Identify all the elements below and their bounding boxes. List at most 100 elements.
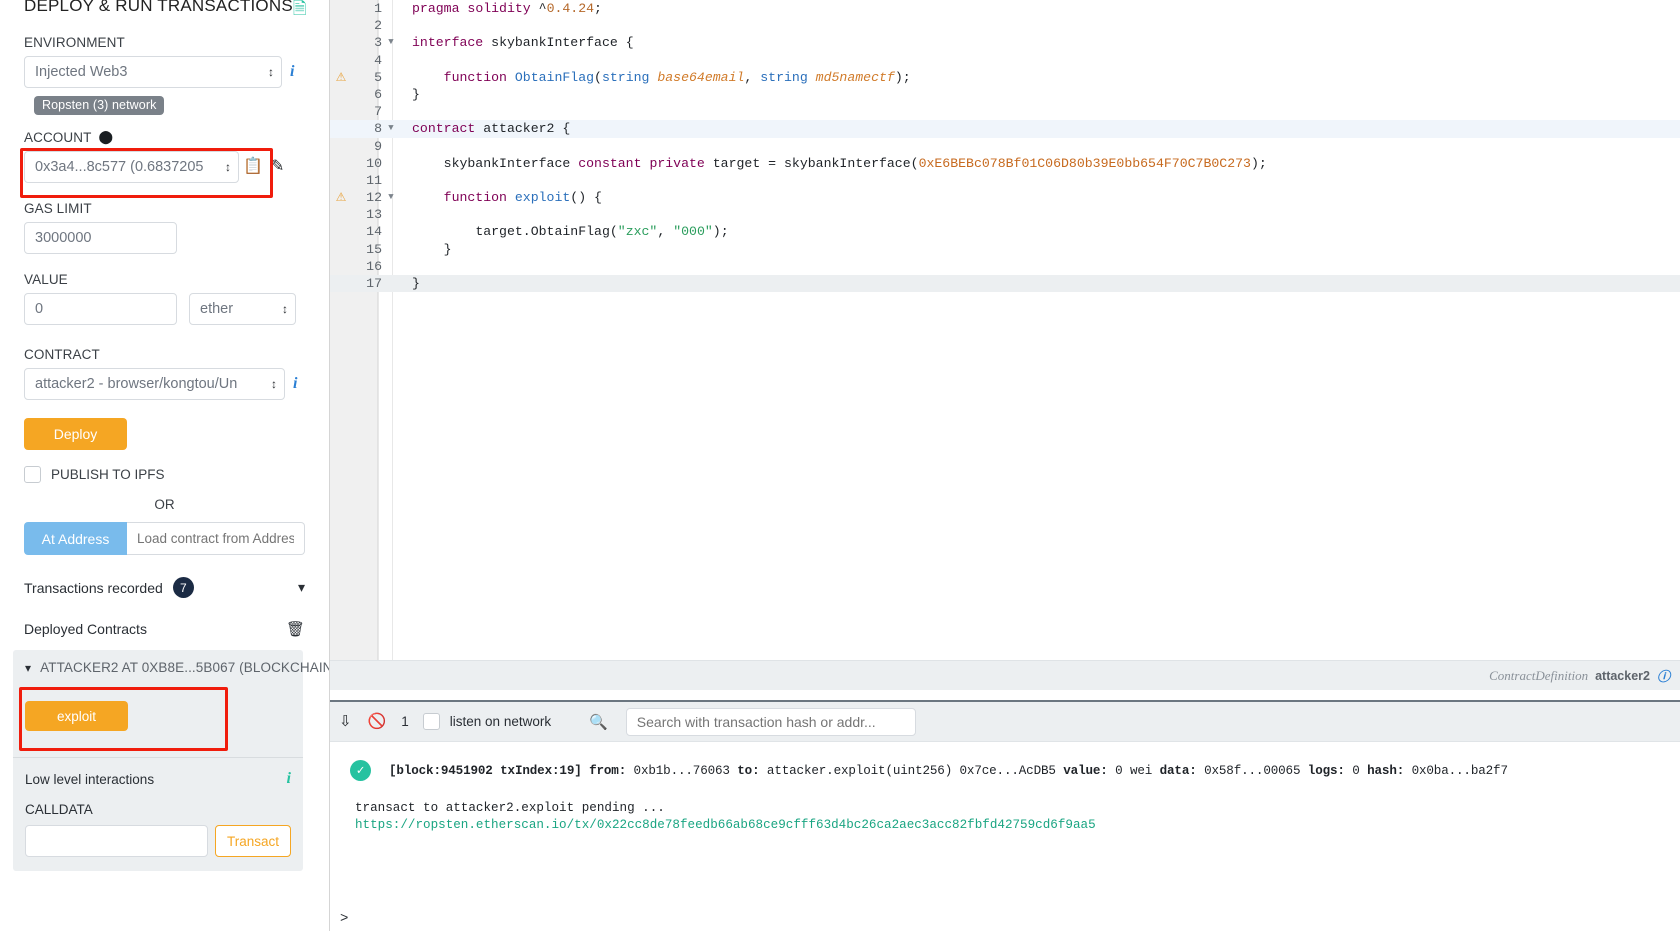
log-value-label: value:: [1063, 763, 1108, 778]
transact-button[interactable]: Transact: [215, 825, 291, 857]
trash-icon[interactable]: 🗑: [286, 620, 305, 638]
code-lines[interactable]: 1 pragma solidity ^0.4.24; 2 3 ▼ interface sk…: [330, 0, 1680, 293]
code-line[interactable]: 6}: [330, 86, 1680, 103]
code-line[interactable]: 13: [330, 206, 1680, 223]
log-block-label: [block:: [389, 763, 441, 778]
check-circle-icon: ✓: [350, 760, 371, 781]
fold-toggle-icon[interactable]: ▼: [384, 120, 398, 137]
code-line[interactable]: 16: [330, 258, 1680, 275]
low-level-info-icon[interactable]: i: [287, 770, 291, 788]
environment-info-icon[interactable]: i: [290, 63, 294, 81]
editor-status-info-icon[interactable]: ⓘ: [1657, 666, 1670, 685]
code-line[interactable]: 17}: [330, 275, 1680, 293]
log-to-value: attacker.exploit(uint256) 0x7ce...AcDB5: [766, 763, 1056, 778]
code-line[interactable]: 4: [330, 52, 1680, 69]
account-select[interactable]: 0x3a4...8c577 (0.6837205: [24, 151, 239, 183]
log-logs-label: logs:: [1307, 763, 1345, 778]
code-line[interactable]: 2: [330, 17, 1680, 34]
gas-limit-input[interactable]: [24, 222, 177, 254]
copy-account-icon[interactable]: 📋: [239, 159, 267, 175]
value-unit-select[interactable]: ether: [189, 293, 296, 325]
value-input[interactable]: [24, 293, 177, 325]
fold-toggle-icon[interactable]: ▼: [384, 189, 398, 206]
log-block-value: 9451902: [440, 763, 493, 778]
chevron-down-icon[interactable]: ▾: [298, 579, 305, 596]
contract-info-icon[interactable]: i: [293, 375, 297, 393]
terminal-log-row[interactable]: ✓ [block:9451902 txIndex:19] from: 0xb1b…: [330, 760, 1680, 781]
deploy-and-run-panel: DEPLOY & RUN TRANSACTIONS 🗎 ENVIRONMENT …: [0, 0, 330, 931]
chevron-down-icon[interactable]: ▾: [25, 661, 31, 675]
calldata-input[interactable]: [25, 825, 208, 857]
value-unit-wrap: ether: [189, 293, 296, 325]
terminal-prompt[interactable]: >: [340, 911, 348, 927]
listen-on-network-checkbox[interactable]: [422, 713, 440, 730]
code-editor[interactable]: 1 pragma solidity ^0.4.24; 2 3 ▼ interface sk…: [330, 0, 1680, 700]
account-label: ACCOUNT ⬤: [24, 129, 114, 145]
code-line[interactable]: 15 }: [330, 241, 1680, 258]
code-line[interactable]: 7: [330, 103, 1680, 120]
code-line[interactable]: 1 pragma solidity ^0.4.24;: [330, 0, 1680, 17]
deploy-button[interactable]: Deploy: [24, 418, 127, 450]
gutter-spacer: [330, 120, 352, 137]
low-level-label: Low level interactions: [25, 771, 155, 787]
code-line[interactable]: 3 ▼ interface skybankInterface {: [330, 34, 1680, 51]
page-title: DEPLOY & RUN TRANSACTIONS: [24, 0, 293, 15]
search-input[interactable]: [625, 707, 916, 736]
instance-header[interactable]: ▾ ATTACKER2 AT 0XB8E...5B067 (BLOCKCHAIN…: [25, 660, 329, 675]
etherscan-link[interactable]: https://ropsten.etherscan.io/tx/0x22cc8d…: [355, 818, 1096, 832]
terminal-toolbar: ⇩ 🚫 1 listen on network 🔍: [330, 702, 1680, 742]
code-line[interactable]: 14 target.ObtainFlag("zxc", "000");: [330, 223, 1680, 240]
gutter-spacer: [330, 103, 352, 120]
editor-status-bar: ContractDefinition attacker2 ⓘ: [330, 660, 1680, 690]
log-data-label: data:: [1159, 763, 1197, 778]
line-number: 13: [366, 207, 382, 223]
code-text: interface skybankInterface {: [412, 35, 634, 51]
code-line[interactable]: 9: [330, 138, 1680, 155]
code-line[interactable]: 10 skybankInterface constant private tar…: [330, 155, 1680, 172]
no-entry-icon[interactable]: 🚫: [365, 714, 390, 729]
code-text: target.ObtainFlag("zxc", "000");: [475, 224, 729, 240]
line-number: 4: [374, 52, 382, 68]
contract-select[interactable]: attacker2 - browser/kongtou/Un: [24, 368, 285, 400]
add-account-icon[interactable]: ⬤: [98, 129, 113, 145]
code-line[interactable]: 8 ▼ contract attacker2 {: [330, 120, 1680, 138]
environment-select[interactable]: Injected Web3: [24, 56, 282, 88]
double-chevron-down-icon[interactable]: ⇩: [336, 714, 355, 729]
warning-icon[interactable]: ⚠: [330, 189, 352, 206]
exploit-button[interactable]: exploit: [25, 701, 128, 731]
or-divider-label: OR: [154, 497, 175, 512]
code-line[interactable]: 11: [330, 172, 1680, 189]
code-line[interactable]: ⚠ 12 ▼ function exploit() {: [330, 189, 1680, 206]
terminal-body[interactable]: ✓ [block:9451902 txIndex:19] from: 0xb1b…: [330, 742, 1680, 931]
gutter-spacer: [330, 86, 352, 103]
publish-ipfs-checkbox[interactable]: [24, 466, 41, 483]
account-select-wrap: 0x3a4...8c577 (0.6837205: [24, 151, 239, 183]
gutter-spacer: [330, 155, 352, 172]
transactions-recorded-row[interactable]: Transactions recorded 7 ▾: [24, 577, 305, 598]
log-value-value: 0 wei: [1115, 763, 1153, 778]
sign-message-icon[interactable]: ✎: [267, 159, 288, 175]
at-address-input[interactable]: [127, 522, 305, 555]
gutter-spacer: [330, 52, 352, 69]
code-text: function ObtainFlag(string base64email, …: [443, 69, 911, 85]
at-address-button[interactable]: At Address: [24, 522, 127, 555]
warning-icon[interactable]: ⚠: [330, 69, 352, 86]
search-icon[interactable]: 🔍: [589, 713, 608, 731]
gutter-spacer: [330, 275, 352, 292]
fold-toggle-icon[interactable]: ▼: [384, 34, 398, 51]
publish-ipfs-row[interactable]: PUBLISH TO IPFS: [24, 466, 305, 483]
code-line[interactable]: ⚠ 5 function ObtainFlag(string base64emai…: [330, 69, 1680, 86]
publish-ipfs-label: PUBLISH TO IPFS: [51, 467, 165, 482]
document-icon[interactable]: 🗎: [293, 0, 307, 17]
